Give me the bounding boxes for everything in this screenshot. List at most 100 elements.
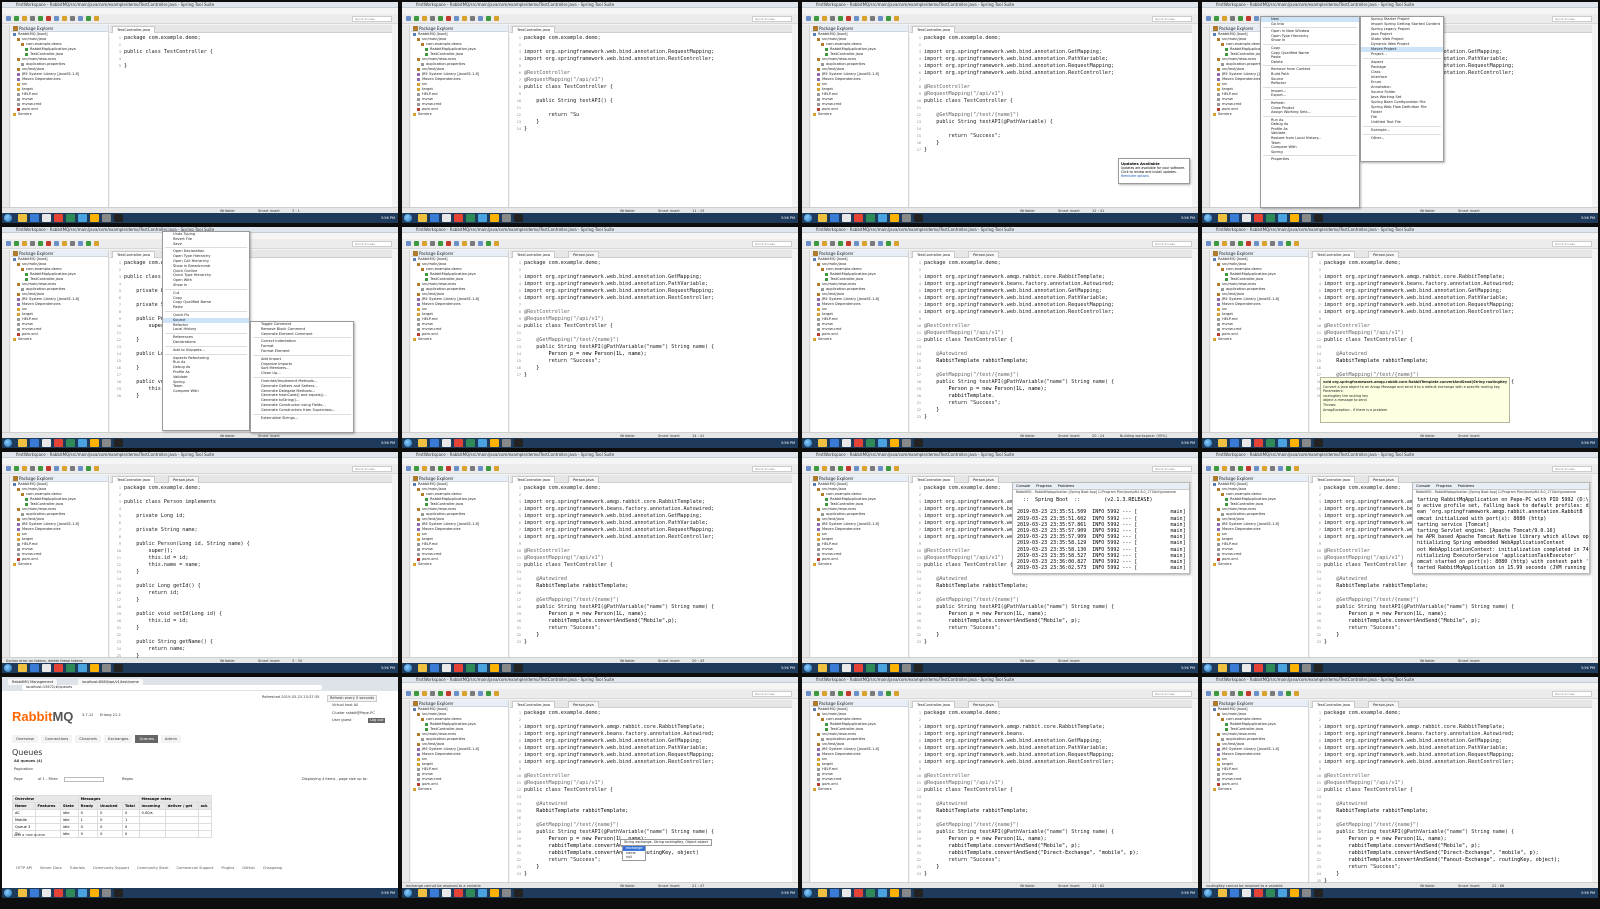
tree-item[interactable]: Servers <box>411 562 508 567</box>
back-icon[interactable] <box>1270 466 1275 471</box>
refresh-select[interactable]: Refresh every 5 seconds <box>327 695 378 702</box>
ie-icon[interactable] <box>830 214 839 222</box>
explorer-icon[interactable] <box>842 889 851 897</box>
forward-icon[interactable] <box>78 241 83 246</box>
ie-icon[interactable] <box>30 214 39 222</box>
search-icon[interactable] <box>854 466 859 471</box>
chrome-icon[interactable] <box>1254 214 1263 222</box>
package-explorer-tab[interactable]: Package Explorer <box>811 700 908 707</box>
forward-icon[interactable] <box>478 466 483 471</box>
editor-tab[interactable]: Person.java <box>968 476 999 483</box>
console-view[interactable]: Console Progress Problems RabbitMQ - Rabbit… <box>1412 482 1590 574</box>
sts-icon[interactable] <box>66 889 75 897</box>
forward-icon[interactable] <box>878 466 883 471</box>
submenu-item[interactable]: Project... <box>1361 52 1443 57</box>
nav-overview[interactable]: Overview <box>12 735 38 743</box>
print-icon[interactable] <box>822 241 827 246</box>
column-header[interactable]: Ready <box>77 802 99 810</box>
tree-item[interactable]: Servers <box>411 787 508 792</box>
quick-access-input[interactable]: Quick Access <box>352 16 392 22</box>
editor-tab[interactable]: TestController.java <box>512 26 556 33</box>
debug-icon[interactable] <box>1238 691 1243 696</box>
chrome-icon[interactable] <box>854 889 863 897</box>
sts-icon[interactable] <box>866 889 875 897</box>
open-type-icon[interactable] <box>462 691 467 696</box>
notes-icon[interactable] <box>90 889 99 897</box>
run-icon[interactable] <box>1246 466 1251 471</box>
search-icon[interactable] <box>454 691 459 696</box>
build-icon[interactable] <box>30 241 35 246</box>
run-icon[interactable] <box>446 466 451 471</box>
forward-icon[interactable] <box>478 691 483 696</box>
code-area[interactable]: 1package com.example.demo;23import org.s… <box>1310 708 1592 884</box>
spring-icon[interactable] <box>1294 466 1299 471</box>
ie-icon[interactable] <box>430 439 439 447</box>
package-explorer-tab[interactable]: Package Explorer <box>411 25 508 32</box>
print-icon[interactable] <box>1222 16 1227 21</box>
code-editor[interactable]: TestController.javaPerson.java1package c… <box>510 475 792 657</box>
start-button-icon[interactable] <box>804 889 812 897</box>
context-menu-item[interactable]: Spring <box>1261 150 1359 155</box>
sts-icon[interactable] <box>466 214 475 222</box>
settings-icon[interactable] <box>902 664 911 672</box>
open-type-icon[interactable] <box>1262 691 1267 696</box>
search-icon[interactable] <box>454 16 459 21</box>
package-explorer-tab[interactable]: Package Explorer <box>11 250 108 257</box>
save-icon[interactable] <box>1214 691 1219 696</box>
build-icon[interactable] <box>430 241 435 246</box>
code-editor[interactable]: TestController.javaPerson.java1package c… <box>510 700 792 882</box>
back-icon[interactable] <box>870 16 875 21</box>
print-icon[interactable] <box>1222 466 1227 471</box>
back-icon[interactable] <box>470 16 475 21</box>
spring-icon[interactable] <box>494 16 499 21</box>
start-button-icon[interactable] <box>4 214 12 222</box>
nav-channels[interactable]: Channels <box>75 735 101 743</box>
vscode-icon[interactable] <box>478 889 487 897</box>
perspective-icon[interactable] <box>486 691 491 696</box>
settings-icon[interactable] <box>502 664 511 672</box>
folder-icon[interactable] <box>18 664 27 672</box>
spring-icon[interactable] <box>494 466 499 471</box>
vscode-icon[interactable] <box>478 214 487 222</box>
settings-icon[interactable] <box>502 439 511 447</box>
ie-icon[interactable] <box>1230 439 1239 447</box>
vscode-icon[interactable] <box>78 664 87 672</box>
start-button-icon[interactable] <box>404 439 412 447</box>
quick-access-input[interactable]: Quick Access <box>752 16 792 22</box>
editor-tab[interactable]: Person.java <box>1368 251 1399 258</box>
folder-icon[interactable] <box>1218 439 1227 447</box>
console-tab[interactable]: Problems <box>1458 484 1475 488</box>
build-icon[interactable] <box>430 691 435 696</box>
tree-item[interactable]: Servers <box>11 562 108 567</box>
notes-icon[interactable] <box>890 889 899 897</box>
settings-icon[interactable] <box>1302 214 1311 222</box>
search-icon[interactable] <box>1254 466 1259 471</box>
folder-icon[interactable] <box>418 214 427 222</box>
terminal-icon[interactable] <box>514 439 523 447</box>
explorer-icon[interactable] <box>842 439 851 447</box>
console-tab[interactable]: Progress <box>1036 484 1051 488</box>
submenu-item[interactable]: Untitled Text File <box>1361 120 1443 125</box>
editor-tab[interactable]: Person.java <box>168 476 199 483</box>
sts-icon[interactable] <box>66 439 75 447</box>
build-icon[interactable] <box>830 16 835 21</box>
open-type-icon[interactable] <box>62 466 67 471</box>
vscode-icon[interactable] <box>1278 889 1287 897</box>
sts-icon[interactable] <box>466 664 475 672</box>
forward-icon[interactable] <box>78 466 83 471</box>
notes-icon[interactable] <box>490 214 499 222</box>
editor-tab[interactable]: Person.java <box>1368 476 1399 483</box>
chrome-icon[interactable] <box>1254 889 1263 897</box>
open-type-icon[interactable] <box>862 16 867 21</box>
settings-icon[interactable] <box>1302 664 1311 672</box>
editor-tab[interactable]: TestController.java <box>1312 701 1356 708</box>
folder-icon[interactable] <box>18 889 27 897</box>
explorer-icon[interactable] <box>42 214 51 222</box>
editor-tab[interactable]: Person.java <box>568 251 599 258</box>
chrome-icon[interactable] <box>54 664 63 672</box>
perspective-icon[interactable] <box>1286 691 1291 696</box>
chrome-icon[interactable] <box>454 664 463 672</box>
new-icon[interactable] <box>406 466 411 471</box>
search-icon[interactable] <box>1254 691 1259 696</box>
save-icon[interactable] <box>414 466 419 471</box>
